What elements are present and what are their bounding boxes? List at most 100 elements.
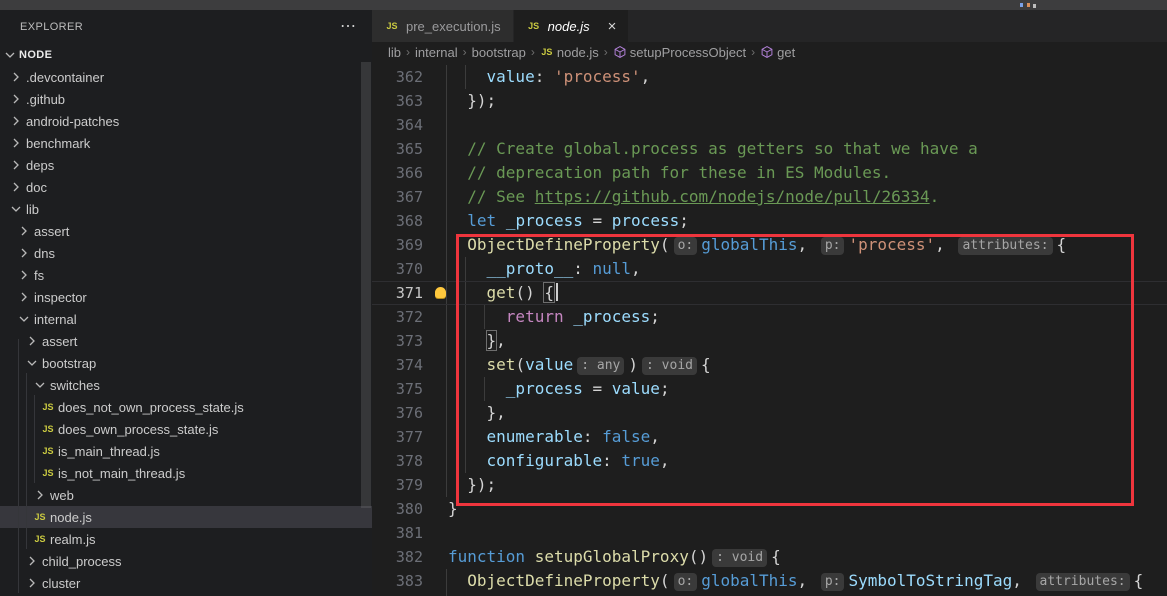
line-number[interactable]: 382 [372,545,423,569]
tree-item-android-patches[interactable]: android-patches [0,110,372,132]
code-line-366[interactable]: 366 // deprecation path for these in ES … [372,161,1167,185]
tree-item-assert[interactable]: assert [0,220,372,242]
line-number[interactable]: 376 [372,401,423,425]
tree-item-child_process[interactable]: child_process [0,550,372,572]
tab-pre_execution.js[interactable]: JSpre_execution.js [372,10,514,42]
line-number[interactable]: 383 [372,569,423,593]
line-number[interactable]: 369 [372,233,423,257]
line-number[interactable]: 362 [372,65,423,89]
code-token: SymbolToStringTag [848,571,1012,590]
code-line-383[interactable]: 383 ObjectDefineProperty(o:globalThis, p… [372,569,1167,593]
line-number[interactable]: 378 [372,449,423,473]
code-line-382[interactable]: 382function setupGlobalProxy(): void{ [372,545,1167,569]
breadcrumb-label: get [777,45,795,60]
tree-item-switches[interactable]: switches [0,374,372,396]
js-file-icon: JS [526,18,542,34]
breadcrumb-item-internal[interactable]: internal [415,45,458,60]
breadcrumb-item-bootstrap[interactable]: bootstrap [472,45,526,60]
line-number[interactable]: 365 [372,137,423,161]
code-line-375[interactable]: 375 _process = value; [372,377,1167,401]
close-icon[interactable]: × [608,19,617,34]
tree-item-web[interactable]: web [0,484,372,506]
code-line-364[interactable]: 364 [372,113,1167,137]
tree-item-is_main_thread.js[interactable]: JSis_main_thread.js [0,440,372,462]
breadcrumb-item-lib[interactable]: lib [388,45,401,60]
tree-item-bootstrap[interactable]: bootstrap [0,352,372,374]
line-number[interactable]: 373 [372,329,423,353]
code-line-376[interactable]: 376 }, [372,401,1167,425]
breadcrumb-item-get[interactable]: get [760,45,795,60]
tree-item-assert[interactable]: assert [0,330,372,352]
code-line-381[interactable]: 381 [372,521,1167,545]
code-line-378[interactable]: 378 configurable: true, [372,449,1167,473]
line-number[interactable]: 367 [372,185,423,209]
line-number[interactable]: 371 [372,281,423,305]
code-token: = [583,379,612,398]
line-number[interactable]: 372 [372,305,423,329]
code-line-369[interactable]: 369 ObjectDefineProperty(o:globalThis, p… [372,233,1167,257]
code-token: 'process' [848,235,935,254]
code-editor[interactable]: 362 value: 'process',363 });364365 // Cr… [372,62,1167,596]
tree-item-internal[interactable]: internal [0,308,372,330]
code-line-380[interactable]: 380} [372,497,1167,521]
code-token: configurable [487,451,603,470]
code-line-370[interactable]: 370 __proto__: null, [372,257,1167,281]
tree-item-benchmark[interactable]: benchmark [0,132,372,154]
more-actions-icon[interactable]: ⋯ [340,22,356,32]
tree-item-does_not_own_process_state.js[interactable]: JSdoes_not_own_process_state.js [0,396,372,418]
tree-item-node.js[interactable]: JSnode.js [0,506,372,528]
breadcrumb-separator: › [406,45,410,59]
code-line-371[interactable]: 371 get() { [372,281,1167,305]
tree-item-label: assert [42,334,77,349]
lightbulb-icon[interactable] [435,287,446,298]
code-line-379[interactable]: 379 }); [372,473,1167,497]
breadcrumb-item-node.js[interactable]: JSnode.js [540,44,599,60]
code-line-377[interactable]: 377 enumerable: false, [372,425,1167,449]
tree-item-realm.js[interactable]: JSrealm.js [0,528,372,550]
tree-item-label: doc [26,180,47,195]
line-number[interactable]: 375 [372,377,423,401]
code-line-367[interactable]: 367 // See https://github.com/nodejs/nod… [372,185,1167,209]
code-line-362[interactable]: 362 value: 'process', [372,65,1167,89]
tree-item-does_own_process_state.js[interactable]: JSdoes_own_process_state.js [0,418,372,440]
js-file-icon: JS [40,421,56,437]
tree-item-label: node.js [50,510,92,525]
line-number[interactable]: 379 [372,473,423,497]
chevron-right-icon [8,91,24,107]
line-number[interactable]: 366 [372,161,423,185]
tree-item-inspector[interactable]: inspector [0,286,372,308]
line-number[interactable]: 380 [372,497,423,521]
tree-item-label: benchmark [26,136,90,151]
section-header-node[interactable]: NODE [0,44,372,66]
sidebar-scrollbar[interactable] [361,62,371,508]
tree-item-is_not_main_thread.js[interactable]: JSis_not_main_thread.js [0,462,372,484]
code-line-374[interactable]: 374 set(value: any): void{ [372,353,1167,377]
tree-item-label: is_not_main_thread.js [58,466,185,481]
tab-node.js[interactable]: JSnode.js× [514,10,629,42]
line-number[interactable]: 364 [372,113,423,137]
tree-item-doc[interactable]: doc [0,176,372,198]
tree-item-label: .devcontainer [26,70,104,85]
comment-link[interactable]: https://github.com/nodejs/node/pull/2633… [535,187,930,206]
code-line-363[interactable]: 363 }); [372,89,1167,113]
tree-item-dns[interactable]: dns [0,242,372,264]
breadcrumb-label: internal [415,45,458,60]
line-number[interactable]: 368 [372,209,423,233]
tree-item-.github[interactable]: .github [0,88,372,110]
tree-item-.devcontainer[interactable]: .devcontainer [0,66,372,88]
tree-item-fs[interactable]: fs [0,264,372,286]
breadcrumb-item-setupProcessObject[interactable]: setupProcessObject [613,45,746,60]
tree-item-deps[interactable]: deps [0,154,372,176]
line-number[interactable]: 363 [372,89,423,113]
line-number[interactable]: 377 [372,425,423,449]
line-number[interactable]: 370 [372,257,423,281]
code-line-368[interactable]: 368 let _process = process; [372,209,1167,233]
line-number[interactable]: 381 [372,521,423,545]
code-line-373[interactable]: 373 }, [372,329,1167,353]
tree-indent-guide [18,339,19,593]
code-line-365[interactable]: 365 // Create global.process as getters … [372,137,1167,161]
line-number[interactable]: 374 [372,353,423,377]
tree-item-lib[interactable]: lib [0,198,372,220]
code-line-372[interactable]: 372 return _process; [372,305,1167,329]
tree-item-cluster[interactable]: cluster [0,572,372,594]
